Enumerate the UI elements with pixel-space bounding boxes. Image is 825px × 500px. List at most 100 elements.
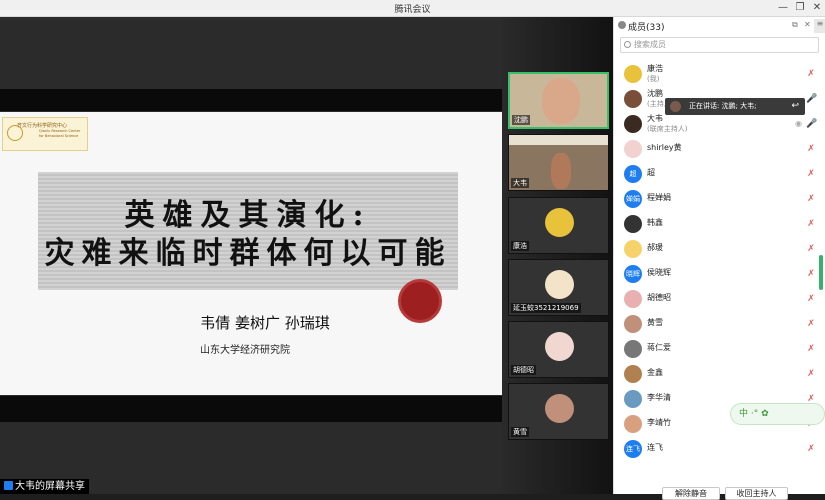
avatar	[624, 215, 642, 233]
member-row[interactable]: 郝瑗 ✗	[614, 237, 820, 261]
speaking-indicator: 正在讲话: 沈鹏; 大韦; ↩	[665, 98, 805, 115]
participant-face	[542, 78, 580, 124]
member-row[interactable]: 黄雪 ✗	[614, 312, 820, 336]
avatar: 超	[624, 165, 642, 183]
video-tile[interactable]: 黄雪	[508, 383, 609, 440]
share-label-text: 大韦的屏幕共享	[15, 481, 85, 492]
mic-muted-icon[interactable]: ✗	[806, 194, 816, 205]
member-name: shirley黄	[647, 143, 682, 152]
avatar	[545, 332, 574, 361]
minimize-button[interactable]: —	[776, 1, 790, 15]
avatar	[624, 365, 642, 383]
avatar	[624, 340, 642, 358]
members-title: 成员(33)	[628, 23, 665, 33]
logo-en-text: Qianlu Research Center for Behavioral Sc…	[39, 129, 81, 138]
screen-share-area: 齐文行为科学研究中心 Qianlu Research Center for Be…	[0, 17, 502, 494]
member-row[interactable]: 大韦 (联席主持人) ◉ 🎤	[614, 112, 820, 136]
mic-muted-icon[interactable]: ✗	[806, 344, 816, 355]
mic-muted-icon[interactable]: ✗	[806, 69, 816, 80]
member-role: (联席主持人)	[647, 125, 688, 133]
menu-icon[interactable]: ≡	[814, 19, 825, 33]
mic-on-icon[interactable]: 🎤	[806, 94, 817, 105]
shared-slide: 齐文行为科学研究中心 Qianlu Research Center for Be…	[0, 112, 502, 395]
popout-icon[interactable]: ⧉	[792, 20, 798, 30]
close-button[interactable]: ✕	[810, 1, 824, 15]
members-header: 成员(33) ⧉ ✕ ≡	[614, 17, 825, 35]
member-row[interactable]: 韩鑫 ✗	[614, 212, 820, 236]
avatar: 婵娟	[624, 190, 642, 208]
member-name: 沈鹏	[647, 89, 663, 98]
restore-button[interactable]: ❐	[793, 1, 807, 15]
member-row[interactable]: 金鑫 ✗	[614, 362, 820, 386]
panel-close-icon[interactable]: ✕	[804, 20, 811, 29]
mic-muted-icon[interactable]: ✗	[806, 269, 816, 280]
mic-muted-icon[interactable]: ✗	[806, 319, 816, 330]
research-center-logo: 齐文行为科学研究中心 Qianlu Research Center for Be…	[2, 117, 88, 151]
member-search-input[interactable]: 搜索成员	[620, 37, 819, 53]
mic-muted-icon[interactable]: ✗	[806, 244, 816, 255]
slide-authors: 韦倩 姜树广 孙瑞琪	[200, 314, 330, 332]
member-row[interactable]: shirley黄 ✗	[614, 137, 820, 161]
video-tile[interactable]: 大韦	[508, 134, 609, 191]
member-name: 李靖竹	[647, 418, 671, 427]
video-tile-label: 延玉蛟3521219069	[511, 303, 581, 313]
ceiling	[509, 135, 608, 145]
avatar	[624, 90, 642, 108]
avatar	[624, 240, 642, 258]
member-row[interactable]: 婵娟 程婵娟 ✗	[614, 187, 820, 211]
avatar	[624, 140, 642, 158]
member-name: 李华清	[647, 393, 671, 402]
mic-muted-icon[interactable]: ✗	[806, 294, 816, 305]
letterbox-bottom	[0, 396, 502, 422]
member-row[interactable]: 超超 ✗	[614, 162, 820, 186]
avatar	[624, 315, 642, 333]
member-row[interactable]: 连飞 连飞 ✗	[614, 437, 820, 461]
member-name: 侯晓辉	[647, 268, 671, 277]
avatar	[545, 270, 574, 299]
avatar	[624, 115, 642, 133]
member-row[interactable]: 晓辉 侯晓辉 ✗	[614, 262, 820, 286]
mic-muted-icon[interactable]: ✗	[806, 169, 816, 180]
member-name: 连飞	[647, 443, 663, 452]
window-title: 腾讯会议	[394, 5, 431, 15]
meeting-main: 齐文行为科学研究中心 Qianlu Research Center for Be…	[0, 17, 613, 494]
mic-muted-icon[interactable]: ✗	[806, 219, 816, 230]
avatar	[545, 208, 574, 237]
member-row[interactable]: 康浩 (我) ✗	[614, 62, 820, 86]
speaker-avatar	[670, 101, 681, 112]
video-tile-label: 沈鹏	[512, 115, 530, 125]
video-tile-label: 胡德昭	[511, 365, 536, 375]
camera-icon[interactable]: ◉	[795, 119, 802, 128]
avatar	[624, 415, 642, 433]
member-name: 大韦	[647, 114, 663, 123]
video-tile[interactable]: 沈鹏	[508, 72, 609, 129]
title-banner: 英雄及其演化: 灾难来临时群体何以可能	[38, 172, 458, 290]
mic-muted-icon[interactable]: ✗	[806, 144, 816, 155]
member-row[interactable]: 胡德昭 ✗	[614, 287, 820, 311]
video-tile[interactable]: 胡德昭	[508, 321, 609, 378]
video-tile[interactable]: 延玉蛟3521219069	[508, 259, 609, 316]
member-name: 蒋仁爱	[647, 343, 671, 352]
speaking-text: 正在讲话: 沈鹏; 大韦;	[689, 102, 757, 110]
member-list-scrollbar[interactable]	[819, 255, 823, 290]
title-bar: 腾讯会议 — ❐ ✕	[0, 0, 825, 17]
avatar	[624, 390, 642, 408]
member-name: 韩鑫	[647, 218, 663, 227]
avatar	[624, 290, 642, 308]
mic-on-icon[interactable]: 🎤	[806, 119, 817, 130]
member-name: 郝瑗	[647, 243, 663, 252]
video-tile[interactable]: 康浩	[508, 197, 609, 254]
member-name: 康浩	[647, 64, 663, 73]
member-name: 金鑫	[647, 368, 663, 377]
member-name: 程婵娟	[647, 193, 671, 202]
ime-toolbar[interactable]: 中 ·° ✿	[730, 403, 825, 425]
slide-title-line2: 灾难来临时群体何以可能	[44, 236, 452, 271]
member-name: 超	[647, 168, 655, 177]
slide-institution: 山东大学经济研究院	[200, 345, 290, 356]
avatar: 连飞	[624, 440, 642, 458]
mic-muted-icon[interactable]: ✗	[806, 369, 816, 380]
avatar	[545, 394, 574, 423]
avatar: 晓辉	[624, 265, 642, 283]
mic-muted-icon[interactable]: ✗	[806, 444, 816, 455]
member-row[interactable]: 蒋仁爱 ✗	[614, 337, 820, 361]
